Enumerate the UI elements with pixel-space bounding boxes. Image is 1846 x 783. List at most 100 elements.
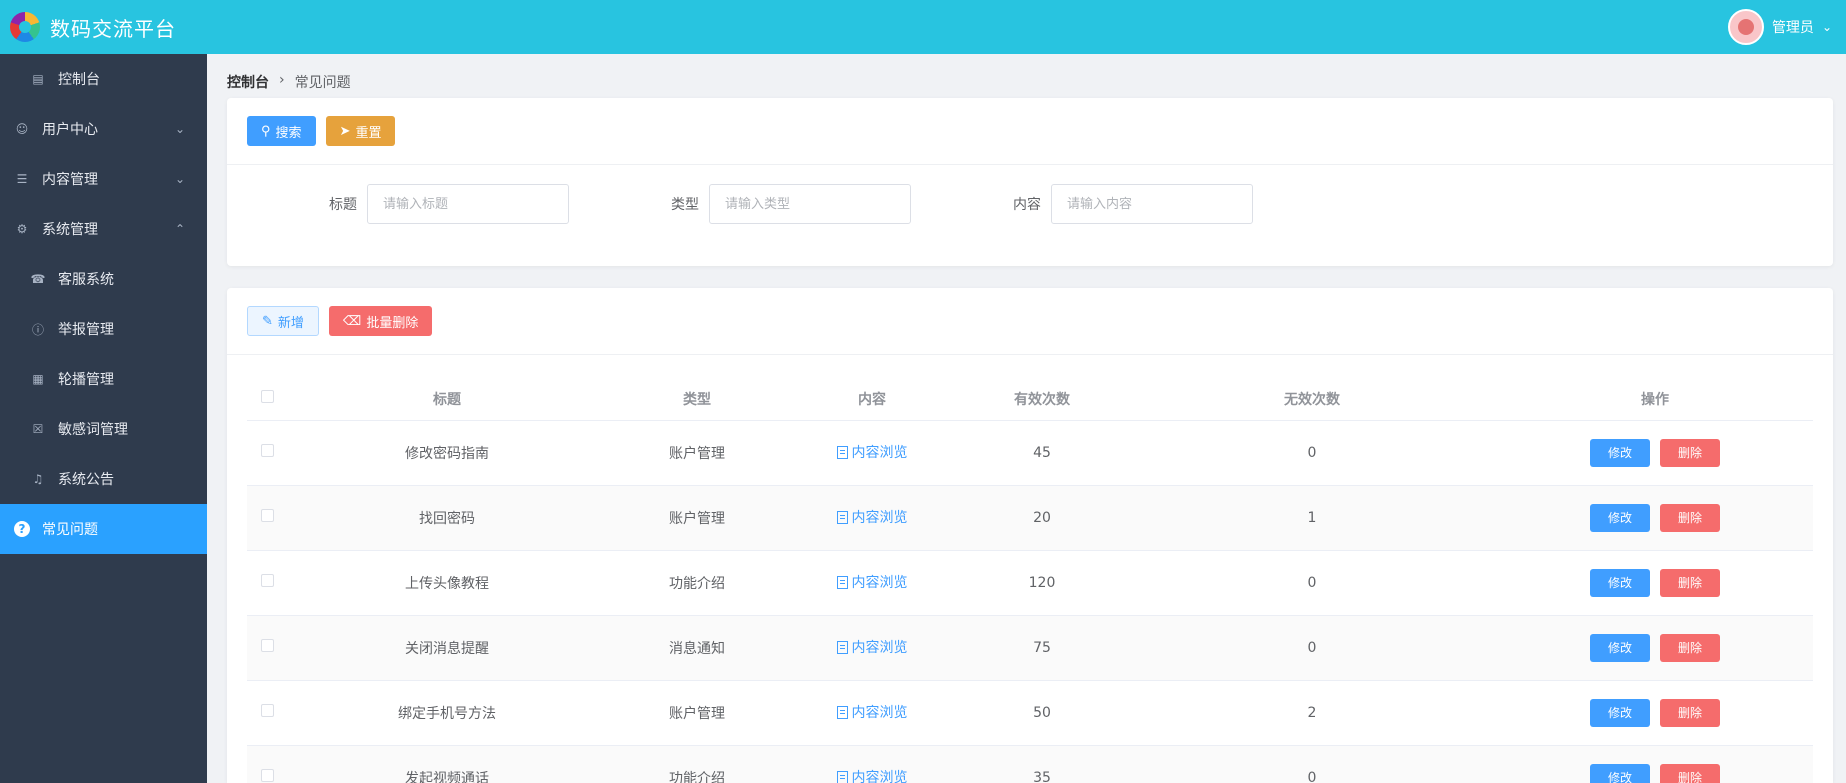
cell-valid-count: 75	[957, 615, 1127, 681]
table-actions: ✎ 新增 ⌫ 批量删除	[247, 306, 433, 336]
cell-type: 账户管理	[607, 420, 787, 486]
sidebar-item-label: 系统管理	[42, 222, 98, 238]
search-icon: ⚲	[261, 123, 271, 138]
add-button[interactable]: ✎ 新增	[247, 306, 319, 336]
row-select-cell	[247, 420, 287, 486]
sidebar-item-carousel[interactable]: ▦ 轮播管理	[0, 354, 207, 404]
filter-type: 类型	[569, 184, 911, 224]
app-title: 数码交流平台	[50, 16, 176, 41]
delete-button[interactable]: 删除	[1660, 438, 1721, 467]
edit-button[interactable]: 修改	[1589, 633, 1650, 662]
sidebar-item-label: 客服系统	[58, 272, 114, 288]
bell-icon: ♫	[32, 472, 44, 486]
sidebar-item-label: 控制台	[58, 72, 100, 88]
sidebar-item-label: 敏感词管理	[58, 422, 128, 438]
delete-button[interactable]: 删除	[1660, 568, 1721, 597]
breadcrumb-current: 常见问题	[294, 75, 351, 91]
content-preview-link[interactable]: 内容浏览	[836, 702, 908, 722]
content-preview-link[interactable]: 内容浏览	[836, 442, 908, 462]
content-preview-label: 内容浏览	[851, 445, 908, 462]
delete-button[interactable]: 删除	[1660, 633, 1721, 662]
cell-invalid-count: 0	[1127, 550, 1497, 616]
user-menu[interactable]: 管理员 ⌄	[1727, 9, 1832, 45]
sidebar-item-users[interactable]: ☺ 用户中心 ⌄	[0, 104, 207, 154]
table-row: 上传头像教程 功能介绍 内容浏览 120 0 修改 删除	[247, 550, 1813, 616]
row-checkbox[interactable]	[260, 444, 274, 457]
filter-content: 内容	[911, 184, 1253, 224]
chevron-up-icon: ⌃	[174, 222, 185, 236]
cell-title: 绑定手机号方法	[287, 680, 607, 746]
col-content: 内容	[787, 378, 957, 421]
sidebar-item-label: 系统公告	[58, 472, 114, 488]
sidebar-item-announcements[interactable]: ♫ 系统公告	[0, 454, 207, 504]
search-button[interactable]: ⚲ 搜索	[247, 116, 316, 146]
chevron-down-icon: ⌄	[174, 172, 185, 186]
delete-button[interactable]: 删除	[1660, 503, 1721, 532]
cell-title: 修改密码指南	[287, 420, 607, 486]
col-actions: 操作	[1497, 378, 1813, 421]
top-header: 数码交流平台 管理员 ⌄	[0, 0, 1846, 54]
content-input[interactable]	[1051, 184, 1253, 224]
edit-button[interactable]: 修改	[1589, 438, 1650, 467]
sidebar-item-faq[interactable]: ? 常见问题	[0, 504, 207, 554]
content-preview-label: 内容浏览	[851, 640, 908, 657]
batch-delete-button[interactable]: ⌫ 批量删除	[328, 306, 433, 336]
select-all-checkbox[interactable]	[260, 390, 274, 404]
sidebar-item-customer-service[interactable]: ☎ 客服系统	[0, 254, 207, 304]
edit-button[interactable]: 修改	[1589, 568, 1650, 597]
title-input[interactable]	[367, 184, 569, 224]
sidebar-item-content[interactable]: ☰ 内容管理 ⌄	[0, 154, 207, 204]
content-preview-link[interactable]: 内容浏览	[836, 507, 908, 527]
type-input[interactable]	[709, 184, 911, 224]
app-logo	[10, 12, 40, 42]
sidebar-item-system[interactable]: ⚙ 系统管理 ⌃	[0, 204, 207, 254]
content-preview-label: 内容浏览	[851, 575, 908, 592]
cell-valid-count: 20	[957, 485, 1127, 551]
edit-icon: ✎	[262, 313, 273, 328]
edit-button[interactable]: 修改	[1589, 763, 1650, 783]
row-select-cell	[247, 745, 287, 783]
sidebar-item-reports[interactable]: ⓘ 举报管理	[0, 304, 207, 354]
cell-invalid-count: 2	[1127, 680, 1497, 746]
send-icon: ➤	[339, 123, 351, 138]
sidebar-item-label: 用户中心	[42, 122, 98, 138]
row-checkbox[interactable]	[260, 704, 274, 717]
col-invalid-count: 无效次数	[1127, 378, 1497, 421]
edit-button[interactable]: 修改	[1589, 503, 1650, 532]
delete-button[interactable]: 删除	[1660, 698, 1721, 727]
table-header-row: 标题 类型 内容 有效次数 无效次数 操作	[247, 378, 1813, 421]
row-select-cell	[247, 485, 287, 551]
table-row: 找回密码 账户管理 内容浏览 20 1 修改 删除	[247, 485, 1813, 551]
sidebar-item-label: 举报管理	[58, 322, 114, 338]
delete-button[interactable]: 删除	[1660, 763, 1721, 783]
cell-valid-count: 35	[957, 745, 1127, 783]
cell-content: 内容浏览	[787, 485, 957, 551]
cell-actions: 修改 删除	[1497, 420, 1813, 486]
row-checkbox[interactable]	[260, 769, 274, 782]
headset-icon: ☎	[30, 272, 46, 286]
row-checkbox[interactable]	[260, 639, 274, 652]
row-checkbox[interactable]	[260, 574, 274, 587]
avatar[interactable]	[1727, 9, 1764, 45]
content-preview-link[interactable]: 内容浏览	[836, 572, 908, 592]
edit-button[interactable]: 修改	[1589, 698, 1650, 727]
cell-type: 功能介绍	[607, 745, 787, 783]
question-icon: ?	[14, 521, 30, 537]
sidebar-item-label: 常见问题	[42, 522, 98, 538]
table-row: 修改密码指南 账户管理 内容浏览 45 0 修改 删除	[247, 420, 1813, 486]
sidebar-item-dashboard[interactable]: ▤ 控制台	[0, 54, 207, 104]
chevron-down-icon[interactable]: ⌄	[1822, 20, 1832, 34]
breadcrumb: 控制台 › 常见问题	[227, 72, 351, 92]
reset-button[interactable]: ➤ 重置	[325, 116, 396, 146]
cell-type: 消息通知	[607, 615, 787, 681]
content-preview-link[interactable]: 内容浏览	[836, 767, 908, 783]
row-checkbox[interactable]	[260, 509, 274, 522]
breadcrumb-root[interactable]: 控制台	[227, 72, 269, 92]
sidebar-item-sensitive-words[interactable]: ☒ 敏感词管理	[0, 404, 207, 454]
content-preview-link[interactable]: 内容浏览	[836, 637, 908, 657]
document-icon	[836, 640, 848, 654]
chevron-right-icon: ›	[279, 72, 285, 88]
filter-title: 标题	[227, 184, 569, 224]
cell-invalid-count: 0	[1127, 745, 1497, 783]
cell-actions: 修改 删除	[1497, 680, 1813, 746]
